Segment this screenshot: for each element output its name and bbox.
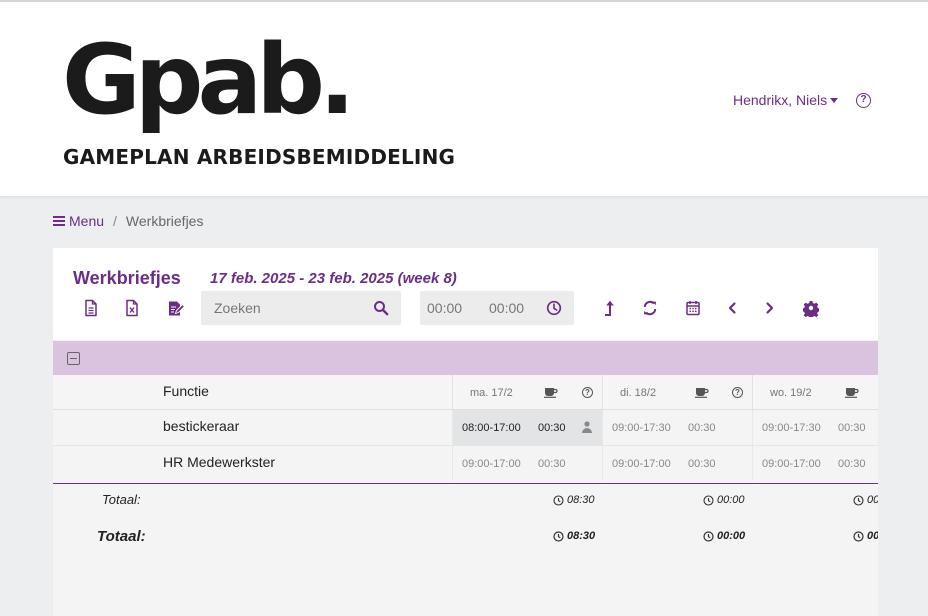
clock-icon — [853, 494, 864, 506]
total-value: 08:30 — [553, 494, 595, 506]
caret-down-icon — [830, 97, 839, 103]
shift-time: 08:00-17:00 — [462, 422, 521, 434]
shift-time: 09:00-17:30 — [612, 422, 671, 434]
sign-document-icon[interactable] — [167, 299, 185, 317]
hamburger-icon — [53, 216, 65, 226]
menu-toggle[interactable]: Menu — [53, 213, 104, 229]
coffee-cup-icon — [845, 388, 859, 398]
break-time: 00:30 — [538, 422, 566, 434]
break-time: 00:30 — [688, 458, 716, 470]
clock-icon — [553, 494, 564, 506]
break-time: 00:30 — [838, 458, 866, 470]
total-value: 00:00 — [703, 494, 745, 506]
app-header: Gpab. GAMEPLAN ARBEIDSBEMIDDELING Hendri… — [0, 2, 928, 196]
grand-total-value: 00:00 — [703, 530, 745, 542]
table-row: HR Medewerkster 09:00-17:00 00:30 09:00-… — [53, 446, 878, 482]
user-name: Hendrikx, Niels — [733, 92, 828, 108]
search-field — [201, 291, 401, 325]
break-time: 00:30 — [838, 422, 866, 434]
day-label: wo. 19/2 — [770, 387, 812, 399]
week-range: 17 feb. 2025 - 23 feb. 2025 (week 8) — [210, 270, 457, 287]
shift-cell[interactable]: 09:00-17:00 00:30 — [602, 446, 752, 481]
shift-cell[interactable]: 09:00-17:30 00:30 — [752, 410, 878, 445]
clock-icon — [553, 530, 564, 542]
calendar-icon[interactable] — [685, 299, 701, 317]
person-icon — [582, 421, 592, 433]
break-time: 00:30 — [688, 422, 716, 434]
day-column-header: di. 18/2 ? — [602, 375, 752, 410]
gear-icon[interactable] — [803, 299, 819, 317]
refresh-icon[interactable] — [642, 299, 658, 317]
upload-icon[interactable] — [602, 299, 616, 317]
shift-time: 09:00-17:00 — [612, 458, 671, 470]
group-header-bar — [53, 341, 878, 375]
menu-label: Menu — [69, 213, 105, 229]
grand-total-value: 08:30 — [553, 530, 595, 542]
coffee-cup-icon — [544, 388, 558, 398]
total-hours: 00:00 — [867, 530, 878, 542]
breadcrumb-current: Werkbriefjes — [125, 213, 204, 229]
day-label: di. 18/2 — [620, 387, 657, 399]
total-hours: 08:30 — [567, 494, 595, 506]
clock-icon — [853, 530, 864, 542]
shift-cell[interactable]: 08:00-17:00 00:30 — [452, 410, 602, 445]
grand-total-label: Totaal: — [97, 528, 146, 545]
worksheet-card: Werkbriefjes 17 feb. 2025 - 23 feb. 2025… — [53, 248, 878, 616]
help-icon[interactable]: ? — [856, 93, 871, 108]
shift-time: 09:00-17:00 — [762, 458, 821, 470]
shift-time: 09:00-17:00 — [462, 458, 521, 470]
total-hours: 00:00 — [717, 494, 745, 506]
help-icon[interactable]: ? — [732, 387, 743, 398]
pdf-file-icon[interactable] — [83, 299, 99, 317]
day-column-header: ma. 17/2 ? — [452, 375, 602, 410]
coffee-cup-icon — [695, 388, 709, 398]
logo-subtitle: GAMEPLAN ARBEIDSBEMIDDELING — [63, 145, 456, 169]
breadcrumb-separator: / — [113, 213, 117, 229]
time-to-input[interactable] — [489, 291, 541, 325]
totals-divider — [53, 483, 878, 484]
function-column-header: Functie — [163, 383, 209, 399]
total-hours: 00:00 — [867, 494, 878, 506]
time-filter — [420, 291, 574, 325]
search-icon[interactable] — [373, 300, 389, 316]
function-name: bestickeraar — [163, 418, 240, 434]
shift-cell[interactable]: 09:00-17:00 00:30 — [452, 446, 602, 481]
total-hours: 00:00 — [717, 530, 746, 542]
shift-cell[interactable]: 09:00-17:30 00:30 — [602, 410, 752, 445]
card-toolbar-area: Werkbriefjes 17 feb. 2025 - 23 feb. 2025… — [53, 248, 878, 340]
excel-file-icon[interactable] — [124, 299, 140, 317]
user-menu-dropdown[interactable]: Hendrikx, Niels — [733, 92, 839, 108]
table-row: bestickeraar 08:00-17:00 00:30 09:00-17:… — [53, 410, 878, 446]
page-title: Werkbriefjes — [73, 268, 181, 288]
total-hours: 08:30 — [567, 530, 596, 542]
shift-cell[interactable]: 09:00-17:00 00:30 — [752, 446, 878, 481]
collapse-icon[interactable] — [67, 352, 80, 365]
day-column-header: wo. 19/2 — [752, 375, 878, 410]
chevron-right-icon[interactable] — [764, 299, 776, 317]
chevron-left-icon[interactable] — [726, 299, 738, 317]
total-label: Totaal: — [102, 492, 141, 507]
clock-icon — [703, 494, 714, 506]
grand-total-value: 00:00 — [853, 530, 878, 542]
clock-icon[interactable] — [546, 300, 562, 316]
help-icon[interactable]: ? — [582, 387, 593, 398]
shift-time: 09:00-17:30 — [762, 422, 821, 434]
time-from-input[interactable] — [427, 291, 479, 325]
break-time: 00:30 — [538, 458, 566, 470]
total-value: 00:00 — [853, 494, 878, 506]
search-input[interactable] — [201, 291, 371, 325]
logo[interactable]: Gpab. — [62, 32, 355, 128]
day-label: ma. 17/2 — [470, 387, 513, 399]
function-name: HR Medewerkster — [163, 454, 276, 470]
table-header-row: Functie ma. 17/2 ? di. 18/2 ? wo. 19/2 — [53, 375, 878, 410]
clock-icon — [703, 530, 714, 542]
breadcrumb: Menu / Werkbriefjes — [53, 213, 203, 229]
